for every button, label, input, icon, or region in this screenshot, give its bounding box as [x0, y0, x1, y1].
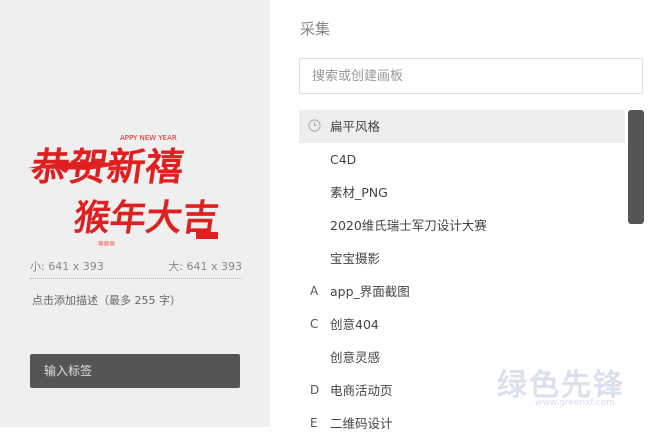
calligraphy-image: APPY NEW YEAR 恭贺新禧 猴年大吉 ■■■ [28, 134, 221, 247]
tag-input[interactable] [30, 354, 240, 388]
board-item[interactable]: C 创意404 [299, 308, 625, 341]
pin-image: APPY NEW YEAR 恭贺新禧 猴年大吉 ■■■ [28, 120, 244, 252]
board-search-input[interactable] [299, 58, 643, 94]
pin-preview-panel: APPY NEW YEAR 恭贺新禧 猴年大吉 ■■■ 小: 641 x 393… [0, 0, 270, 427]
board-item[interactable]: 2020维氏瑞士军刀设计大赛 [299, 209, 625, 242]
board-item[interactable]: 扁平风格 [299, 110, 625, 143]
board-label: 电商活动页 [330, 383, 393, 398]
panel-title: 采集 [300, 20, 331, 38]
large-size: 大: 641 x 393 [168, 260, 242, 273]
image-line1: 恭贺新禧 [28, 145, 186, 190]
board-label: 创意灵感 [330, 350, 381, 365]
board-label: 扁平风格 [330, 119, 381, 134]
board-item[interactable]: C4D [299, 143, 625, 176]
board-item[interactable]: 宝宝摄影 [299, 242, 625, 275]
board-label: app_界面截图 [330, 284, 410, 299]
index-letter: E [310, 416, 318, 430]
divider [30, 278, 242, 279]
board-label: 二维码设计 [330, 416, 393, 431]
add-description-link[interactable]: 点击添加描述（最多 255 字） [32, 292, 181, 308]
board-label: 素材_PNG [330, 185, 388, 200]
image-seal-text: ■■■ [98, 240, 115, 247]
board-label: C4D [330, 152, 357, 167]
index-letter: A [310, 284, 319, 298]
board-label: 宝宝摄影 [330, 251, 381, 266]
board-label: 2020维氏瑞士军刀设计大赛 [330, 218, 487, 233]
board-item[interactable]: 素材_PNG [299, 176, 625, 209]
board-item[interactable]: A app_界面截图 [299, 275, 625, 308]
clock-icon [308, 119, 321, 132]
image-size-row: 小: 641 x 393 大: 641 x 393 [30, 258, 242, 274]
index-letter: C [310, 317, 319, 331]
board-item[interactable]: E 二维码设计 [299, 407, 625, 440]
scrollbar-thumb[interactable] [628, 110, 644, 224]
board-label: 创意404 [330, 317, 379, 332]
small-size: 小: 641 x 393 [30, 260, 104, 273]
image-english-text: APPY NEW YEAR [120, 134, 177, 142]
watermark-url: www.greenxf.com [535, 398, 616, 408]
index-letter: D [310, 383, 320, 397]
